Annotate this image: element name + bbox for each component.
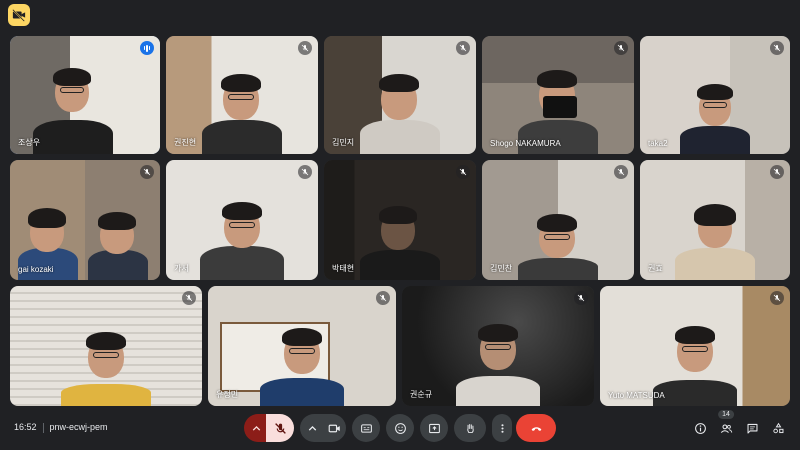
chevron-up-icon bbox=[308, 425, 316, 431]
meeting-details-button[interactable] bbox=[690, 418, 710, 438]
emoji-icon bbox=[394, 422, 406, 434]
captions-button[interactable] bbox=[352, 414, 380, 442]
camera-toggle-button[interactable] bbox=[322, 414, 346, 442]
participant-tile[interactable]: gai kozaki bbox=[10, 160, 160, 280]
mic-off-icon bbox=[614, 165, 628, 179]
mic-off-icon bbox=[614, 41, 628, 55]
chat-button[interactable] bbox=[742, 418, 762, 438]
participant-tile[interactable]: 김민찬 bbox=[482, 160, 634, 280]
mic-off-icon bbox=[770, 165, 784, 179]
meeting-code: pnw-ecwj-pem bbox=[49, 422, 108, 432]
participant-name: gai kozaki bbox=[18, 265, 54, 274]
mic-off-icon bbox=[574, 291, 588, 305]
mic-off-icon bbox=[456, 165, 470, 179]
more-options-button[interactable] bbox=[492, 414, 512, 442]
participant-name: 김민지 bbox=[332, 138, 355, 147]
bottom-bar: 16:52 pnw-ecwj-pem 14 bbox=[0, 410, 800, 450]
video-options-button[interactable] bbox=[300, 414, 324, 442]
camera-icon bbox=[328, 424, 340, 432]
meeting-time: 16:52 bbox=[14, 422, 37, 432]
participant-tile[interactable] bbox=[10, 286, 202, 406]
participant-tile[interactable]: 조상우 bbox=[10, 36, 160, 154]
speaking-indicator-icon bbox=[140, 41, 154, 55]
people-count-badge: 14 bbox=[718, 410, 734, 419]
mic-off-icon bbox=[456, 41, 470, 55]
participant-name: 김민찬 bbox=[490, 264, 513, 273]
chevron-up-icon bbox=[252, 425, 260, 431]
mic-off-icon bbox=[182, 291, 196, 305]
participant-tile[interactable]: taka2 bbox=[640, 36, 790, 154]
present-icon bbox=[428, 423, 440, 433]
participant-name: 유정민 bbox=[216, 390, 239, 399]
participant-tile[interactable]: Shogo NAKAMURA bbox=[482, 36, 634, 154]
participant-tile[interactable]: 권진현 bbox=[166, 36, 318, 154]
people-icon bbox=[720, 423, 732, 433]
activities-icon bbox=[772, 422, 783, 433]
participant-tile[interactable]: 김민지 bbox=[324, 36, 476, 154]
chat-icon bbox=[747, 423, 757, 433]
participant-name: 박태현 bbox=[332, 264, 355, 273]
participant-tile[interactable]: 유정민 bbox=[208, 286, 396, 406]
activities-button[interactable] bbox=[768, 418, 788, 438]
mic-off-icon bbox=[298, 165, 312, 179]
mic-off-icon bbox=[770, 291, 784, 305]
microphone-toggle-button[interactable] bbox=[266, 414, 294, 442]
participant-name: taka2 bbox=[648, 139, 668, 148]
captions-icon bbox=[360, 423, 372, 433]
meeting-info: 16:52 pnw-ecwj-pem bbox=[14, 422, 108, 433]
raise-hand-button[interactable] bbox=[454, 414, 486, 442]
divider bbox=[42, 422, 44, 433]
more-vert-icon bbox=[500, 423, 504, 433]
mic-off-icon bbox=[298, 41, 312, 55]
mic-off-icon bbox=[140, 165, 154, 179]
participant-tile[interactable]: 박태현 bbox=[324, 160, 476, 280]
participant-name: 권효 bbox=[648, 264, 663, 273]
present-screen-button[interactable] bbox=[420, 414, 448, 442]
participant-tile[interactable]: 권순규 bbox=[402, 286, 594, 406]
mic-off-icon bbox=[770, 41, 784, 55]
participant-name: 권진현 bbox=[174, 138, 197, 147]
reactions-button[interactable] bbox=[386, 414, 414, 442]
participant-grid: 조상우 권진현 김민지 Shogo NAKAMURA taka2 gai koz… bbox=[0, 0, 800, 410]
participant-name: 가서 bbox=[174, 264, 189, 273]
info-icon bbox=[694, 422, 706, 434]
participant-name: 조상우 bbox=[18, 138, 41, 147]
audio-options-button[interactable] bbox=[244, 414, 268, 442]
raise-hand-icon bbox=[466, 423, 474, 433]
mic-off-icon bbox=[274, 422, 286, 434]
mic-off-icon bbox=[376, 291, 390, 305]
participant-tile[interactable]: 가서 bbox=[166, 160, 318, 280]
people-button[interactable]: 14 bbox=[716, 410, 736, 438]
participant-name: 권순규 bbox=[410, 390, 433, 399]
participant-name: Shogo NAKAMURA bbox=[490, 139, 561, 148]
participant-tile[interactable]: 권효 bbox=[640, 160, 790, 280]
participant-name: Yuto MATSUDA bbox=[608, 391, 665, 400]
end-call-icon bbox=[531, 426, 541, 431]
leave-call-button[interactable] bbox=[516, 414, 556, 442]
participant-tile[interactable]: Yuto MATSUDA bbox=[600, 286, 790, 406]
